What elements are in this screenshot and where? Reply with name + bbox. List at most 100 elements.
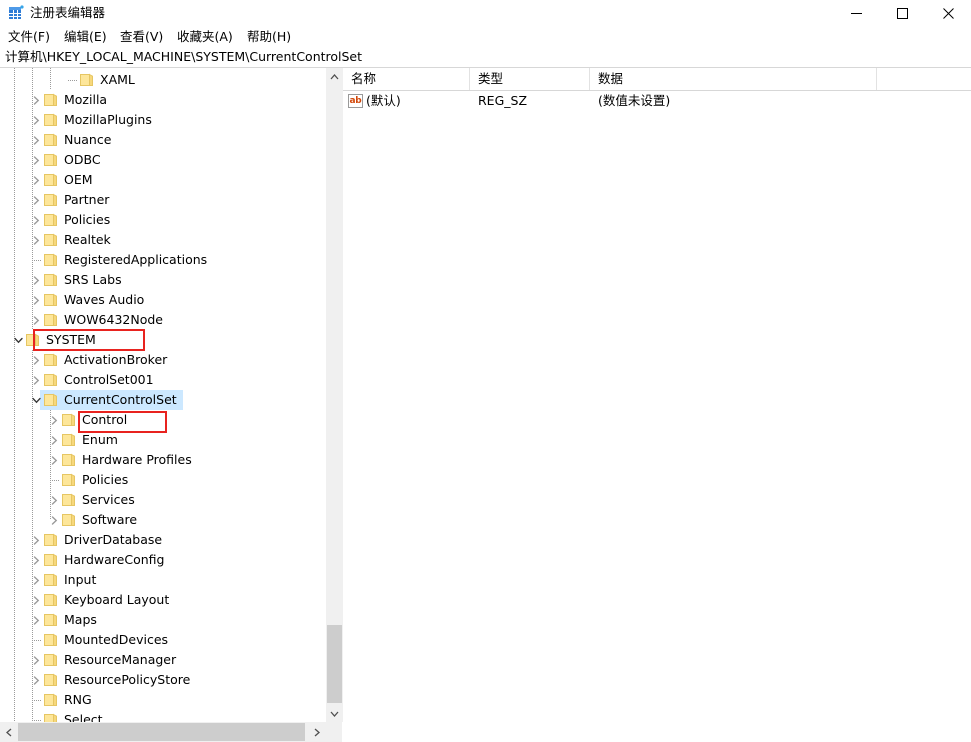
tree-item-activationbroker[interactable]: ActivationBroker — [0, 350, 325, 370]
chevron-right-icon[interactable] — [28, 230, 44, 250]
chevron-down-icon[interactable] — [10, 330, 26, 350]
tree-item-registeredapplications[interactable]: RegisteredApplications — [0, 250, 325, 270]
chevron-right-icon[interactable] — [28, 210, 44, 230]
tree-item-waves-audio[interactable]: Waves Audio — [0, 290, 325, 310]
chevron-right-icon[interactable] — [28, 310, 44, 330]
tree-item-maps[interactable]: Maps — [0, 610, 325, 630]
address-bar[interactable]: 计算机\HKEY_LOCAL_MACHINE\SYSTEM\CurrentCon… — [0, 46, 971, 68]
close-button[interactable] — [925, 0, 971, 26]
chevron-right-icon[interactable] — [46, 510, 62, 530]
menu-item-1[interactable]: 编辑(E) — [62, 28, 109, 45]
tree-item-label: HardwareConfig — [64, 552, 165, 567]
chevron-right-icon[interactable] — [28, 130, 44, 150]
folder-icon — [44, 193, 58, 206]
tree-horizontal-scrollbar[interactable] — [0, 722, 342, 742]
column-header-0[interactable]: 名称 — [343, 68, 470, 90]
chevron-right-icon[interactable] — [46, 410, 62, 430]
tree-item-services[interactable]: Services — [0, 490, 325, 510]
tree-item-hardwareconfig[interactable]: HardwareConfig — [0, 550, 325, 570]
chevron-right-icon[interactable] — [28, 570, 44, 590]
chevron-right-icon[interactable] — [28, 370, 44, 390]
chevron-right-icon[interactable] — [28, 90, 44, 110]
chevron-right-icon[interactable] — [28, 610, 44, 630]
tree-item-xaml[interactable]: XAML — [0, 70, 325, 90]
tree-item-partner[interactable]: Partner — [0, 190, 325, 210]
folder-icon — [26, 333, 40, 346]
scroll-left-arrow-icon[interactable] — [0, 722, 17, 742]
list-panel-bottom-fill — [343, 722, 971, 742]
tree-item-mozilla[interactable]: Mozilla — [0, 90, 325, 110]
tree-item-software[interactable]: Software — [0, 510, 325, 530]
chevron-right-icon[interactable] — [28, 650, 44, 670]
tree-item-label: XAML — [100, 72, 135, 87]
tree-item-keyboard-layout[interactable]: Keyboard Layout — [0, 590, 325, 610]
tree-item-rng[interactable]: RNG — [0, 690, 325, 710]
tree-item-label: RNG — [64, 692, 92, 707]
values-column-header[interactable]: 名称 类型 数据 — [343, 68, 971, 91]
registry-icon — [8, 5, 24, 21]
tree-item-driverdatabase[interactable]: DriverDatabase — [0, 530, 325, 550]
scroll-down-arrow-icon[interactable] — [326, 705, 343, 722]
chevron-right-icon[interactable] — [28, 270, 44, 290]
folder-icon — [44, 693, 58, 706]
chevron-right-icon[interactable] — [28, 170, 44, 190]
tree-item-select[interactable]: Select — [0, 710, 325, 722]
chevron-right-icon[interactable] — [46, 430, 62, 450]
tree-item-input[interactable]: Input — [0, 570, 325, 590]
chevron-down-icon[interactable] — [28, 390, 44, 410]
tree-item-label: ODBC — [64, 152, 101, 167]
chevron-right-icon[interactable] — [28, 530, 44, 550]
registry-tree-panel[interactable]: XAML Mozilla MozillaPlugins Nuance ODBC OEM Pa… — [0, 68, 343, 722]
folder-icon — [62, 433, 76, 446]
tree-item-policies[interactable]: Policies — [0, 470, 325, 490]
chevron-right-icon[interactable] — [28, 290, 44, 310]
scroll-right-arrow-icon[interactable] — [308, 722, 325, 742]
tree-item-srs-labs[interactable]: SRS Labs — [0, 270, 325, 290]
tree-item-realtek[interactable]: Realtek — [0, 230, 325, 250]
tree-item-label: ActivationBroker — [64, 352, 168, 367]
tree-item-oem[interactable]: OEM — [0, 170, 325, 190]
tree-item-control[interactable]: Control — [0, 410, 325, 430]
tree-item-label: Select — [64, 712, 103, 722]
chevron-right-icon[interactable] — [28, 670, 44, 690]
column-header-1[interactable]: 类型 — [470, 68, 590, 90]
tree-item-controlset001[interactable]: ControlSet001 — [0, 370, 325, 390]
chevron-right-icon[interactable] — [46, 450, 62, 470]
tree-item-mozillaplugins[interactable]: MozillaPlugins — [0, 110, 325, 130]
folder-icon — [44, 213, 58, 226]
menu-item-2[interactable]: 查看(V) — [118, 28, 165, 45]
menu-item-4[interactable]: 帮助(H) — [245, 28, 293, 45]
registry-tree[interactable]: XAML Mozilla MozillaPlugins Nuance ODBC OEM Pa… — [0, 68, 325, 722]
tree-vertical-scrollbar[interactable] — [325, 68, 343, 722]
tree-guide-stub — [32, 640, 41, 641]
tree-item-enum[interactable]: Enum — [0, 430, 325, 450]
tree-scrollbar-thumb[interactable] — [327, 625, 342, 703]
tree-item-policies[interactable]: Policies — [0, 210, 325, 230]
chevron-right-icon[interactable] — [28, 110, 44, 130]
chevron-right-icon[interactable] — [28, 190, 44, 210]
menu-item-0[interactable]: 文件(F) — [6, 28, 52, 45]
chevron-right-icon[interactable] — [46, 490, 62, 510]
column-header-2[interactable]: 数据 — [590, 68, 877, 90]
tree-item-resourcepolicystore[interactable]: ResourcePolicyStore — [0, 670, 325, 690]
tree-item-system[interactable]: SYSTEM — [0, 330, 325, 350]
tree-hscrollbar-thumb[interactable] — [18, 723, 305, 741]
value-row[interactable]: ab (默认) REG_SZ (数值未设置) — [343, 91, 971, 111]
chevron-right-icon[interactable] — [28, 590, 44, 610]
tree-item-mounteddevices[interactable]: MountedDevices — [0, 630, 325, 650]
tree-item-hardware-profiles[interactable]: Hardware Profiles — [0, 450, 325, 470]
tree-item-currentcontrolset[interactable]: CurrentControlSet — [0, 390, 325, 410]
tree-item-wow6432node[interactable]: WOW6432Node — [0, 310, 325, 330]
registry-values-panel[interactable]: 名称 类型 数据 ab (默认) REG_SZ (数值未设置) — [343, 68, 971, 722]
chevron-right-icon[interactable] — [28, 150, 44, 170]
tree-item-nuance[interactable]: Nuance — [0, 130, 325, 150]
menu-item-3[interactable]: 收藏夹(A) — [175, 28, 235, 45]
folder-icon — [44, 253, 58, 266]
minimize-button[interactable] — [833, 0, 879, 26]
tree-item-resourcemanager[interactable]: ResourceManager — [0, 650, 325, 670]
scroll-up-arrow-icon[interactable] — [326, 68, 343, 85]
chevron-right-icon[interactable] — [28, 550, 44, 570]
tree-item-odbc[interactable]: ODBC — [0, 150, 325, 170]
maximize-button[interactable] — [879, 0, 925, 26]
chevron-right-icon[interactable] — [28, 350, 44, 370]
